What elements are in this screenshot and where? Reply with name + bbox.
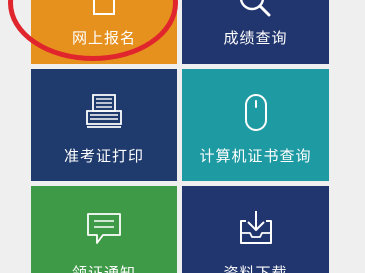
tile-score-query[interactable]: 成绩查询 [182,0,329,64]
tile-material-download[interactable]: 资料下载 [182,186,329,273]
tile-receive-certificate-notice-label: 领证通知 [71,264,136,273]
tile-receive-certificate-notice[interactable]: 领证通知 [31,186,177,273]
tile-score-query-label: 成绩查询 [223,29,288,47]
download-tray-icon [239,211,272,244]
tile-admission-ticket-print[interactable]: 准考证打印 [31,69,177,181]
tile-computer-certificate-query[interactable]: 计算机证书查询 [182,69,329,181]
tile-online-registration[interactable]: 网上报名 [31,0,177,64]
tile-online-registration-label: 网上报名 [71,29,136,47]
tile-computer-certificate-query-label: 计算机证书查询 [199,147,312,165]
tile-admission-ticket-print-label: 准考证打印 [63,147,144,165]
document-icon [93,0,115,15]
mouse-icon [244,94,267,131]
speech-bubble-icon [87,213,121,244]
service-tile-grid: 网上报名 成绩查询 准考证打印 计算机证书查询 领证通知 资料下载 [0,0,365,273]
tile-material-download-label: 资料下载 [223,264,288,273]
magnifier-icon [239,0,270,17]
printer-icon [86,94,122,128]
